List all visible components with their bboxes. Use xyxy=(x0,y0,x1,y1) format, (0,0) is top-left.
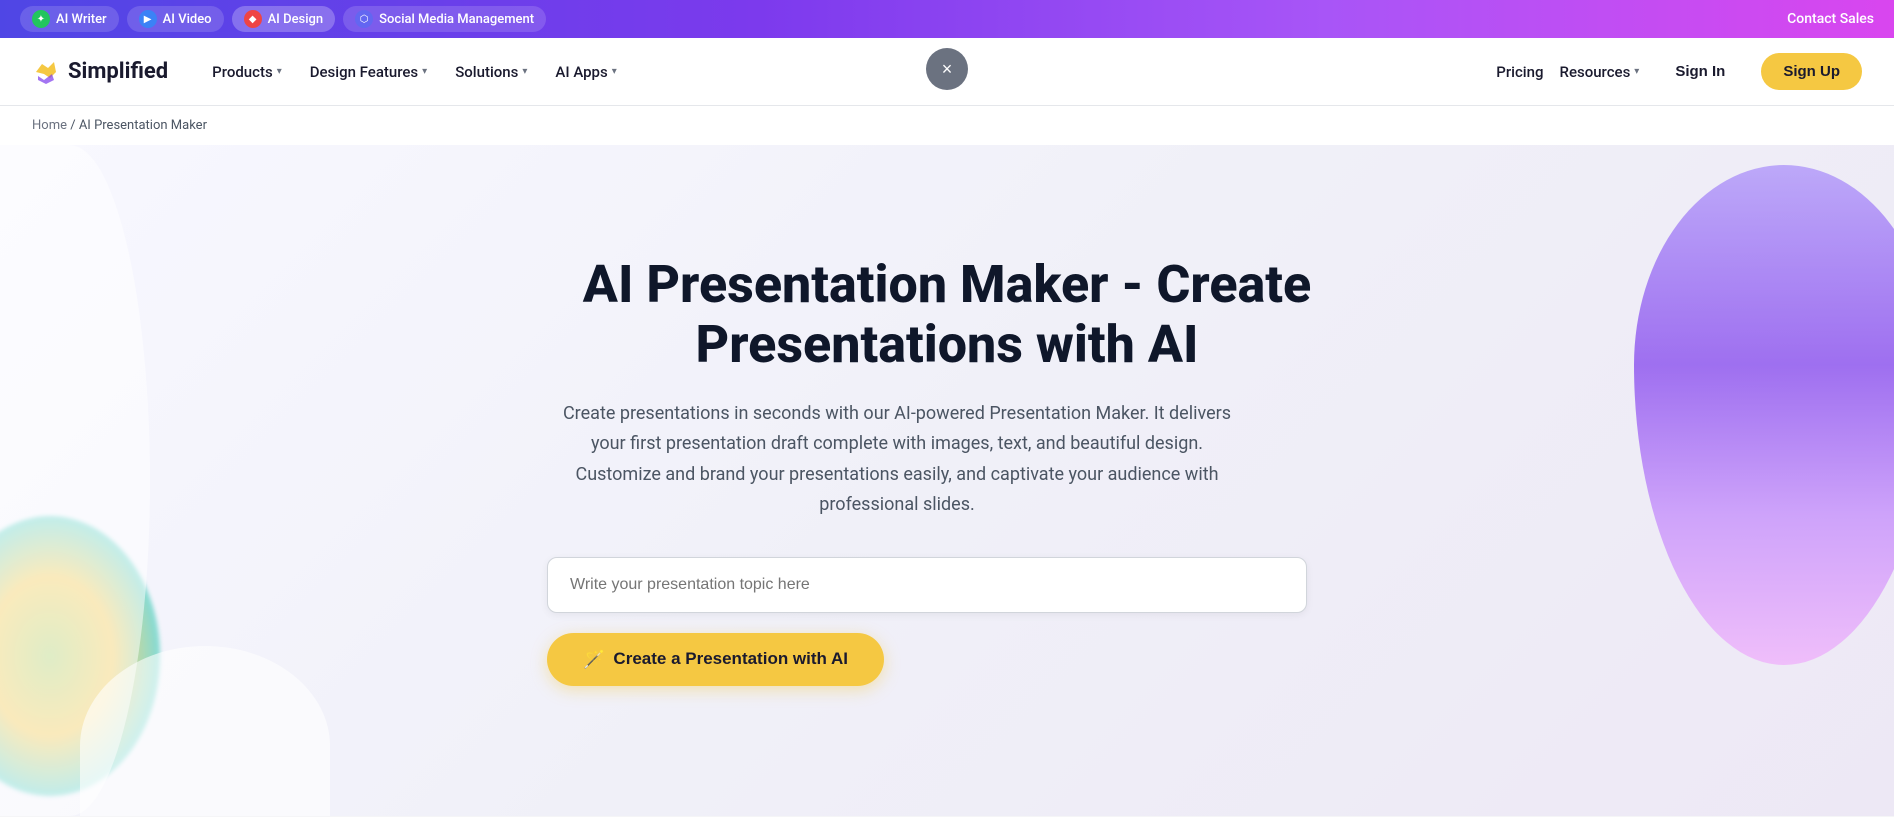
ai-design-icon: ◆ xyxy=(244,10,262,28)
breadcrumb: Home / AI Presentation Maker xyxy=(0,106,1894,145)
nav-links: Products ▾ Design Features ▾ Solutions ▾… xyxy=(200,55,629,89)
logo[interactable]: Simplified xyxy=(32,58,168,86)
banner-tab-ai-writer[interactable]: ✦ AI Writer xyxy=(20,6,119,32)
wand-icon: 🪄 xyxy=(583,649,605,670)
solutions-label: Solutions xyxy=(455,63,518,81)
ai-apps-chevron-icon: ▾ xyxy=(612,66,617,77)
banner-tab-ai-design-label: AI Design xyxy=(268,12,324,27)
design-features-chevron-icon: ▾ xyxy=(422,66,427,77)
resources-chevron-icon: ▾ xyxy=(1634,66,1639,77)
create-presentation-button[interactable]: 🪄 Create a Presentation with AI xyxy=(547,633,884,686)
banner-tab-ai-design[interactable]: ◆ AI Design xyxy=(232,6,336,32)
breadcrumb-home[interactable]: Home xyxy=(32,118,67,133)
blob-right-decoration xyxy=(1634,165,1894,665)
banner-tab-ai-video[interactable]: ▶ AI Video xyxy=(127,6,224,32)
nav-item-products[interactable]: Products ▾ xyxy=(200,55,294,89)
design-features-label: Design Features xyxy=(310,63,418,81)
top-banner: ✦ AI Writer ▶ AI Video ◆ AI Design ⬡ Soc… xyxy=(0,0,1894,38)
logo-text: Simplified xyxy=(68,59,168,84)
resources-link[interactable]: Resources ▾ xyxy=(1560,63,1640,81)
banner-tab-social-label: Social Media Management xyxy=(379,12,534,27)
solutions-chevron-icon: ▾ xyxy=(522,66,527,77)
hero-title: AI Presentation Maker - Create Presentat… xyxy=(547,255,1347,375)
create-presentation-label: Create a Presentation with AI xyxy=(613,649,848,669)
logo-icon xyxy=(32,58,60,86)
nav-item-solutions[interactable]: Solutions ▾ xyxy=(443,55,539,89)
topic-input[interactable] xyxy=(547,557,1307,613)
banner-tabs: ✦ AI Writer ▶ AI Video ◆ AI Design ⬡ Soc… xyxy=(20,6,546,32)
sign-in-button[interactable]: Sign In xyxy=(1655,55,1745,88)
close-button[interactable]: × xyxy=(926,48,968,90)
ai-writer-icon: ✦ xyxy=(32,10,50,28)
ai-apps-label: AI Apps xyxy=(555,63,607,81)
banner-tab-ai-video-label: AI Video xyxy=(163,12,212,27)
products-chevron-icon: ▾ xyxy=(277,66,282,77)
nav-item-ai-apps[interactable]: AI Apps ▾ xyxy=(543,55,628,89)
navbar-right: Pricing Resources ▾ Sign In Sign Up xyxy=(1496,53,1862,90)
social-icon: ⬡ xyxy=(355,10,373,28)
nav-item-design-features[interactable]: Design Features ▾ xyxy=(298,55,439,89)
resources-label: Resources xyxy=(1560,63,1631,81)
hero-content: AI Presentation Maker - Create Presentat… xyxy=(547,255,1347,686)
products-label: Products xyxy=(212,63,273,81)
input-container xyxy=(547,557,1307,613)
main-content: AI Presentation Maker - Create Presentat… xyxy=(0,145,1894,816)
sign-up-button[interactable]: Sign Up xyxy=(1761,53,1862,90)
ai-video-icon: ▶ xyxy=(139,10,157,28)
navbar-left: Simplified Products ▾ Design Features ▾ … xyxy=(32,55,629,89)
breadcrumb-current: AI Presentation Maker xyxy=(79,118,207,133)
banner-tab-social[interactable]: ⬡ Social Media Management xyxy=(343,6,546,32)
pricing-link[interactable]: Pricing xyxy=(1496,63,1543,81)
banner-tab-ai-writer-label: AI Writer xyxy=(56,12,107,27)
hero-subtitle: Create presentations in seconds with our… xyxy=(547,399,1247,521)
contact-sales-link[interactable]: Contact Sales xyxy=(1787,11,1874,27)
breadcrumb-separator: / xyxy=(70,118,75,133)
